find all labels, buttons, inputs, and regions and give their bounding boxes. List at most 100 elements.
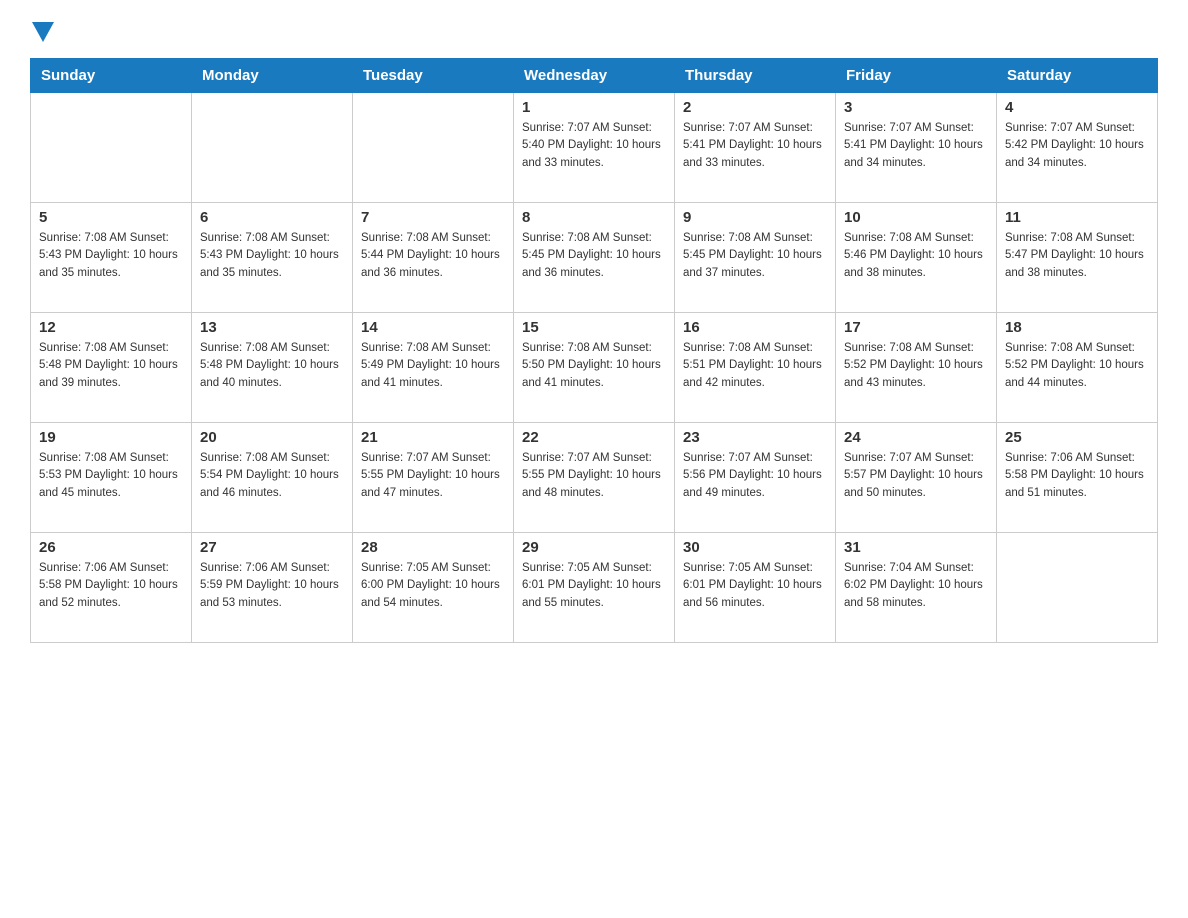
day-number: 14 [361, 319, 505, 336]
day-info: Sunrise: 7:06 AM Sunset: 5:58 PM Dayligh… [39, 560, 183, 612]
calendar-cell: 3 Sunrise: 7:07 AM Sunset: 5:41 PM Daylig… [836, 93, 997, 203]
day-number: 26 [39, 539, 183, 556]
day-info: Sunrise: 7:05 AM Sunset: 6:00 PM Dayligh… [361, 560, 505, 612]
calendar-cell: 29 Sunrise: 7:05 AM Sunset: 6:01 PM Dayli… [514, 533, 675, 643]
day-number: 27 [200, 539, 344, 556]
day-info: Sunrise: 7:08 AM Sunset: 5:43 PM Dayligh… [39, 230, 183, 282]
day-of-week-header: Sunday [31, 59, 192, 93]
calendar-cell [353, 93, 514, 203]
day-number: 16 [683, 319, 827, 336]
calendar-cell: 2 Sunrise: 7:07 AM Sunset: 5:41 PM Daylig… [675, 93, 836, 203]
day-number: 30 [683, 539, 827, 556]
day-info: Sunrise: 7:04 AM Sunset: 6:02 PM Dayligh… [844, 560, 988, 612]
calendar-week-row: 12 Sunrise: 7:08 AM Sunset: 5:48 PM Dayli… [31, 313, 1158, 423]
day-number: 6 [200, 209, 344, 226]
calendar-cell: 25 Sunrise: 7:06 AM Sunset: 5:58 PM Dayli… [997, 423, 1158, 533]
calendar-cell: 12Sunrise: 7:08 AM Sunset: 5:48 PM Dayli… [31, 313, 192, 423]
day-info: Sunrise: 7:06 AM Sunset: 5:59 PM Dayligh… [200, 560, 344, 612]
calendar-cell: 8Sunrise: 7:08 AM Sunset: 5:45 PM Daylig… [514, 203, 675, 313]
day-header-row: SundayMondayTuesdayWednesdayThursdayFrid… [31, 59, 1158, 93]
day-info: Sunrise: 7:07 AM Sunset: 5:42 PM Dayligh… [1005, 120, 1149, 172]
day-info: Sunrise: 7:07 AM Sunset: 5:40 PM Dayligh… [522, 120, 666, 172]
logo-arrow-icon [32, 22, 54, 42]
calendar-cell [31, 93, 192, 203]
calendar-cell: 20Sunrise: 7:08 AM Sunset: 5:54 PM Dayli… [192, 423, 353, 533]
day-number: 15 [522, 319, 666, 336]
day-of-week-header: Wednesday [514, 59, 675, 93]
calendar-header: SundayMondayTuesdayWednesdayThursdayFrid… [31, 59, 1158, 93]
calendar-cell: 11 Sunrise: 7:08 AM Sunset: 5:47 PM Dayli… [997, 203, 1158, 313]
day-info: Sunrise: 7:07 AM Sunset: 5:55 PM Dayligh… [522, 450, 666, 502]
calendar-body: 1Sunrise: 7:07 AM Sunset: 5:40 PM Daylig… [31, 93, 1158, 643]
day-of-week-header: Friday [836, 59, 997, 93]
calendar-cell: 30 Sunrise: 7:05 AM Sunset: 6:01 PM Dayli… [675, 533, 836, 643]
day-number: 4 [1005, 99, 1149, 116]
calendar-cell: 17Sunrise: 7:08 AM Sunset: 5:52 PM Dayli… [836, 313, 997, 423]
calendar-cell: 7 Sunrise: 7:08 AM Sunset: 5:44 PM Daylig… [353, 203, 514, 313]
day-number: 23 [683, 429, 827, 446]
day-info: Sunrise: 7:08 AM Sunset: 5:43 PM Dayligh… [200, 230, 344, 282]
day-info: Sunrise: 7:07 AM Sunset: 5:41 PM Dayligh… [844, 120, 988, 172]
day-number: 24 [844, 429, 988, 446]
day-number: 19 [39, 429, 183, 446]
calendar-week-row: 19Sunrise: 7:08 AM Sunset: 5:53 PM Dayli… [31, 423, 1158, 533]
day-number: 2 [683, 99, 827, 116]
day-number: 5 [39, 209, 183, 226]
day-number: 13 [200, 319, 344, 336]
day-number: 29 [522, 539, 666, 556]
day-info: Sunrise: 7:08 AM Sunset: 5:46 PM Dayligh… [844, 230, 988, 282]
day-number: 3 [844, 99, 988, 116]
day-of-week-header: Tuesday [353, 59, 514, 93]
calendar-cell: 10 Sunrise: 7:08 AM Sunset: 5:46 PM Dayli… [836, 203, 997, 313]
day-info: Sunrise: 7:07 AM Sunset: 5:41 PM Dayligh… [683, 120, 827, 172]
day-number: 25 [1005, 429, 1149, 446]
calendar-week-row: 1Sunrise: 7:07 AM Sunset: 5:40 PM Daylig… [31, 93, 1158, 203]
day-info: Sunrise: 7:08 AM Sunset: 5:45 PM Dayligh… [522, 230, 666, 282]
calendar-cell: 19Sunrise: 7:08 AM Sunset: 5:53 PM Dayli… [31, 423, 192, 533]
calendar-cell [192, 93, 353, 203]
day-number: 28 [361, 539, 505, 556]
calendar-cell: 14 Sunrise: 7:08 AM Sunset: 5:49 PM Dayli… [353, 313, 514, 423]
calendar-cell: 4 Sunrise: 7:07 AM Sunset: 5:42 PM Daylig… [997, 93, 1158, 203]
day-info: Sunrise: 7:08 AM Sunset: 5:47 PM Dayligh… [1005, 230, 1149, 282]
calendar-cell: 22 Sunrise: 7:07 AM Sunset: 5:55 PM Dayli… [514, 423, 675, 533]
day-info: Sunrise: 7:08 AM Sunset: 5:44 PM Dayligh… [361, 230, 505, 282]
calendar-cell [997, 533, 1158, 643]
calendar-cell: 13 Sunrise: 7:08 AM Sunset: 5:48 PM Dayli… [192, 313, 353, 423]
day-info: Sunrise: 7:06 AM Sunset: 5:58 PM Dayligh… [1005, 450, 1149, 502]
calendar-cell: 1Sunrise: 7:07 AM Sunset: 5:40 PM Daylig… [514, 93, 675, 203]
day-of-week-header: Monday [192, 59, 353, 93]
calendar-cell: 27 Sunrise: 7:06 AM Sunset: 5:59 PM Dayli… [192, 533, 353, 643]
calendar-cell: 9Sunrise: 7:08 AM Sunset: 5:45 PM Daylig… [675, 203, 836, 313]
calendar-cell: 5 Sunrise: 7:08 AM Sunset: 5:43 PM Daylig… [31, 203, 192, 313]
logo [30, 20, 54, 42]
day-number: 21 [361, 429, 505, 446]
day-number: 18 [1005, 319, 1149, 336]
day-number: 9 [683, 209, 827, 226]
day-info: Sunrise: 7:07 AM Sunset: 5:55 PM Dayligh… [361, 450, 505, 502]
day-info: Sunrise: 7:08 AM Sunset: 5:48 PM Dayligh… [200, 340, 344, 392]
day-info: Sunrise: 7:08 AM Sunset: 5:54 PM Dayligh… [200, 450, 344, 502]
day-number: 12 [39, 319, 183, 336]
day-number: 10 [844, 209, 988, 226]
day-of-week-header: Saturday [997, 59, 1158, 93]
day-info: Sunrise: 7:08 AM Sunset: 5:50 PM Dayligh… [522, 340, 666, 392]
day-info: Sunrise: 7:07 AM Sunset: 5:56 PM Dayligh… [683, 450, 827, 502]
day-info: Sunrise: 7:05 AM Sunset: 6:01 PM Dayligh… [522, 560, 666, 612]
calendar-table: SundayMondayTuesdayWednesdayThursdayFrid… [30, 58, 1158, 643]
calendar-cell: 24Sunrise: 7:07 AM Sunset: 5:57 PM Dayli… [836, 423, 997, 533]
page-header [30, 20, 1158, 42]
calendar-cell: 23 Sunrise: 7:07 AM Sunset: 5:56 PM Dayli… [675, 423, 836, 533]
day-of-week-header: Thursday [675, 59, 836, 93]
day-number: 7 [361, 209, 505, 226]
calendar-cell: 26 Sunrise: 7:06 AM Sunset: 5:58 PM Dayli… [31, 533, 192, 643]
calendar-cell: 31 Sunrise: 7:04 AM Sunset: 6:02 PM Dayli… [836, 533, 997, 643]
day-info: Sunrise: 7:08 AM Sunset: 5:49 PM Dayligh… [361, 340, 505, 392]
day-number: 17 [844, 319, 988, 336]
day-number: 22 [522, 429, 666, 446]
day-info: Sunrise: 7:05 AM Sunset: 6:01 PM Dayligh… [683, 560, 827, 612]
calendar-cell: 28 Sunrise: 7:05 AM Sunset: 6:00 PM Dayli… [353, 533, 514, 643]
day-info: Sunrise: 7:08 AM Sunset: 5:51 PM Dayligh… [683, 340, 827, 392]
day-number: 31 [844, 539, 988, 556]
day-number: 11 [1005, 209, 1149, 226]
